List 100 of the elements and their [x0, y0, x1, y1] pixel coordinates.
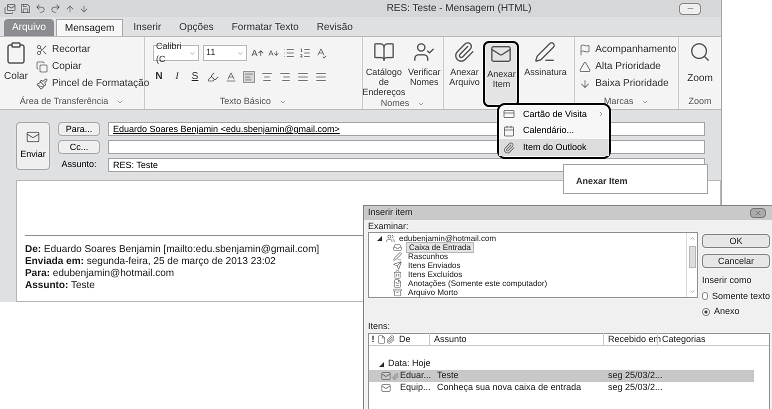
ribbon-button[interactable]: Anexar Arquivo — [446, 41, 482, 107]
to-button[interactable]: Para... — [58, 122, 100, 136]
account-icon — [386, 234, 395, 243]
zoom-icon — [689, 41, 712, 63]
subject-label: Assunto: — [60, 158, 98, 172]
shrink-font-icon — [268, 48, 279, 58]
address-book-button[interactable]: Catálogo de Endereços — [364, 41, 404, 97]
group-header: Data: Hoje — [388, 357, 431, 370]
group-label: Nomes — [380, 97, 410, 110]
message-row[interactable]: Eduar... Teste seg 25/03/2... — [369, 370, 754, 382]
group-label: Marcas — [604, 95, 634, 108]
column-header[interactable]: De — [395, 332, 429, 346]
highlighter-icon — [207, 70, 219, 82]
format-painter-button[interactable]: Pincel de Formatação — [36, 75, 150, 92]
check-names-button[interactable]: Verificar Nomes — [406, 41, 442, 97]
insert-as-label: Inserir como — [702, 274, 753, 287]
user-check-icon — [413, 41, 436, 63]
cut-button[interactable]: Recortar — [36, 41, 150, 58]
font-color-icon — [225, 70, 237, 82]
tree-item[interactable]: Anotações (Somente este computador) — [406, 279, 550, 288]
tree-item[interactable]: Arquivo Morto — [406, 288, 460, 297]
menu-item[interactable]: Cartão de Visita — [499, 106, 609, 123]
close-button[interactable] — [750, 208, 766, 218]
menu-item[interactable]: Item do Outlook — [499, 139, 609, 156]
envelope-icon — [26, 130, 40, 144]
minimize-button[interactable] — [679, 2, 701, 14]
group-label: Texto Básico — [220, 95, 271, 108]
align-center-icon — [261, 70, 273, 82]
window-title: RES: Teste - Mensagem (HTML) — [386, 2, 532, 16]
radio-button[interactable] — [702, 308, 710, 316]
group-label: Zoom — [688, 95, 712, 108]
send-button[interactable]: Enviar — [16, 122, 50, 170]
ribbon-tab[interactable]: Inserir — [125, 19, 170, 36]
close-icon — [754, 209, 762, 217]
low-priority-button[interactable]: Baixa Prioridade — [579, 75, 678, 92]
chevron-icon — [189, 50, 196, 56]
menu-item-icon — [503, 108, 515, 120]
ribbon-button[interactable]: Assinatura — [520, 41, 570, 107]
underline-button[interactable]: S — [189, 69, 201, 84]
ribbon-button-icon — [453, 41, 476, 63]
message-row[interactable]: Equip... Conheça sua nova caixa de entrada seg 25/03/2... — [369, 382, 754, 394]
expand-icon[interactable] — [377, 236, 382, 241]
align-right-icon — [279, 70, 291, 82]
book-icon — [372, 41, 395, 63]
column-header[interactable]: ! — [369, 332, 377, 346]
scroll-up-icon — [688, 235, 696, 242]
indent-icon — [297, 70, 309, 82]
menu-item-icon — [503, 125, 515, 137]
font-size-dropdown[interactable]: 11 — [203, 45, 247, 61]
follow-up-button[interactable]: Acompanhamento — [579, 41, 678, 58]
email-header-line: Enviada em: segunda-feira, 25 de março de 2013 23:02 — [25, 256, 276, 268]
envelope-icon — [381, 371, 391, 381]
paste-button[interactable]: Colar — [4, 41, 28, 95]
attachment-icon — [392, 372, 398, 380]
item-type-icon — [377, 335, 386, 344]
tree-item[interactable]: Caixa de Entrada — [406, 242, 474, 253]
tree-item[interactable]: edubenjamin@hotmail.com — [399, 234, 496, 243]
items-label: Itens: — [368, 320, 390, 330]
copy-button[interactable]: Copiar — [36, 58, 150, 75]
format-painter-icon — [36, 78, 48, 90]
ok-button[interactable]: OK — [702, 234, 770, 248]
dialog-launcher-icon — [116, 98, 124, 106]
expand-icon[interactable] — [379, 362, 384, 366]
outdent-icon — [315, 70, 327, 82]
cut-icon — [36, 44, 48, 56]
copy-icon — [36, 60, 48, 72]
scroll-down-icon — [688, 288, 696, 295]
numbering-icon — [299, 47, 311, 59]
scrollbar[interactable] — [686, 233, 697, 297]
ribbon-tab[interactable]: Revisão — [308, 19, 361, 36]
tree-item[interactable]: Itens Enviados — [406, 261, 462, 270]
cancel-button[interactable]: Cancelar — [702, 254, 770, 268]
tree-item[interactable]: Itens Excluídos — [406, 270, 464, 279]
ribbon-tab[interactable]: Mensagem — [56, 19, 124, 36]
high-priority-button[interactable]: Alta Prioridade — [579, 58, 678, 75]
look-in-label: Examinar: — [368, 220, 410, 232]
menu-item-icon — [503, 142, 515, 154]
italic-button[interactable]: I — [171, 69, 183, 84]
high-priority-icon — [579, 60, 592, 72]
bold-button[interactable]: N — [153, 69, 165, 84]
save-icon — [20, 3, 31, 14]
attachment-column-icon — [386, 335, 395, 344]
up-icon — [65, 4, 75, 14]
envelope-icon — [381, 383, 391, 393]
dialog-title: Inserir item — [368, 206, 413, 220]
zoom-button[interactable]: Zoom — [679, 37, 721, 95]
ribbon-button[interactable]: Anexar Item — [483, 41, 520, 107]
radio-label[interactable]: Somente texto — [712, 290, 770, 303]
ribbon-tab[interactable]: Opções — [171, 19, 222, 36]
email-header-line: Assunto: Teste — [25, 280, 95, 292]
column-header[interactable]: Assunto — [429, 332, 603, 346]
radio-label[interactable]: Anexo — [714, 305, 740, 318]
tooltip-title: Anexar Item — [576, 176, 628, 186]
dialog-launcher-icon — [278, 98, 287, 106]
cc-button[interactable]: Cc... — [58, 140, 100, 154]
tree-item[interactable]: Rascunhos — [406, 252, 450, 261]
ribbon-button-icon — [534, 41, 556, 63]
down-icon — [79, 4, 89, 14]
radio-button[interactable] — [702, 292, 708, 300]
ribbon-tab[interactable]: Formatar Texto — [224, 19, 307, 36]
